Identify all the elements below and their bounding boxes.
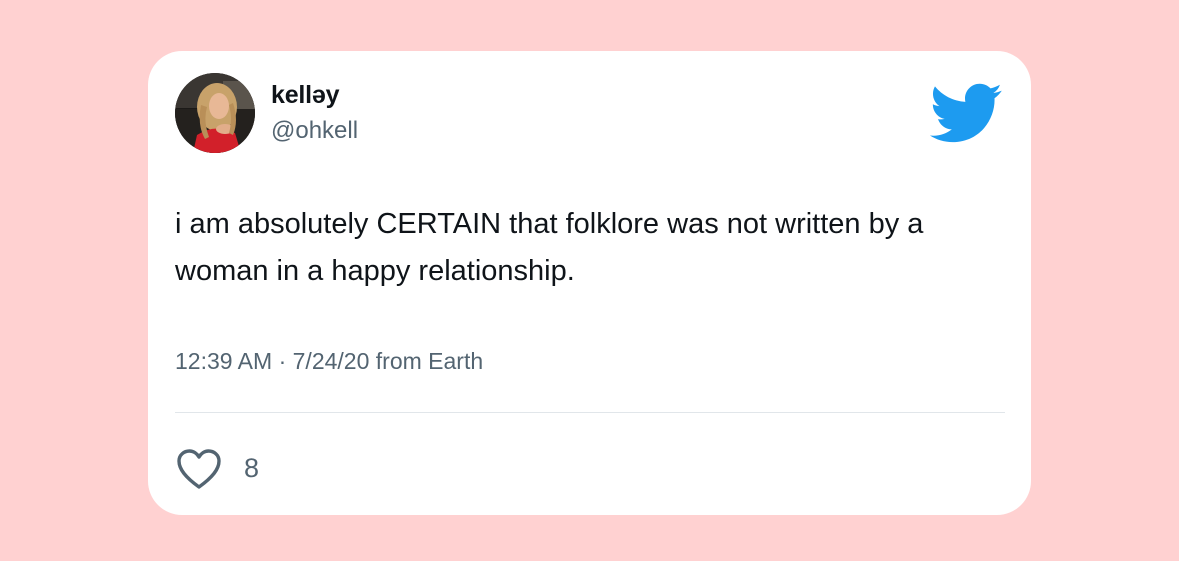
display-name[interactable]: kelləy <box>271 81 340 110</box>
divider <box>175 412 1005 413</box>
meta-separator: · <box>278 348 287 374</box>
avatar[interactable] <box>175 73 255 153</box>
tweet-card: kelləy @ohkell i am absolutely CERTAIN t… <box>148 51 1031 515</box>
tweet-time[interactable]: 12:39 AM <box>175 348 272 374</box>
tweet-source: from Earth <box>375 348 484 374</box>
avatar-image <box>175 73 255 153</box>
like-button[interactable] <box>175 447 223 491</box>
tweet-text: i am absolutely CERTAIN that folklore wa… <box>175 208 924 287</box>
tweet-date[interactable]: 7/24/20 <box>293 348 370 374</box>
twitter-bird-icon <box>927 81 1003 145</box>
like-count: 8 <box>244 453 260 483</box>
user-handle[interactable]: @ohkell <box>271 117 358 145</box>
heart-outline-icon <box>177 449 221 489</box>
tweet-meta: 12:39 AM · 7/24/20 from Earth <box>175 348 483 375</box>
